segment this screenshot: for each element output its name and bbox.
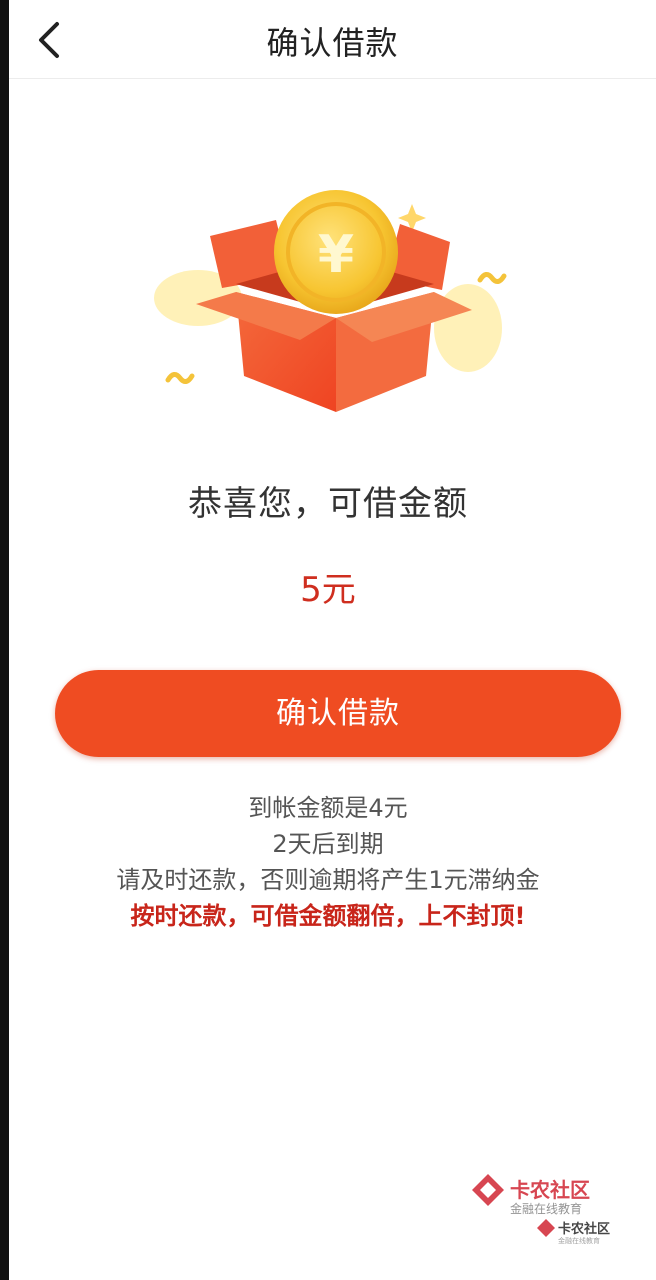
confirm-loan-button[interactable]: 确认借款 [55, 670, 621, 757]
watermark-logo-icon [472, 1174, 504, 1206]
watermark-name: 卡农社区 [510, 1178, 590, 1202]
watermark-subtitle: 金融在线教育 [510, 1202, 583, 1216]
watermark-small-logo-icon [537, 1219, 555, 1237]
gift-box-illustration: ¥ [154, 190, 507, 412]
svg-text:¥: ¥ [318, 225, 354, 285]
nav-bar: 确认借款 [9, 0, 656, 79]
info-line: 2天后到期 [272, 830, 384, 858]
loan-amount: 5元 [300, 570, 356, 610]
info-line: 到帐金额是4元 [248, 794, 408, 822]
watermark-subtitle-small: 金融在线教育 [558, 1237, 600, 1245]
squiggle-right [477, 272, 507, 284]
watermark: 卡农社区 金融在线教育 卡农社区 金融在线教育 [470, 1172, 620, 1252]
info-line: 请及时还款，否则逾期将产生1元滞纳金 [116, 866, 540, 894]
left-edge-bar [0, 0, 9, 1280]
loan-info: 到帐金额是4元 2天后到期 请及时还款，否则逾期将产生1元滞纳金 按时还款，可借… [0, 790, 656, 934]
squiggle-left [165, 372, 195, 384]
page-title: 确认借款 [266, 24, 399, 62]
headline-text: 恭喜您，可借金额 [188, 484, 468, 524]
watermark-name-small: 卡农社区 [558, 1222, 611, 1237]
warning-text: 按时还款，可借金额翻倍，上不封顶! [130, 902, 526, 930]
